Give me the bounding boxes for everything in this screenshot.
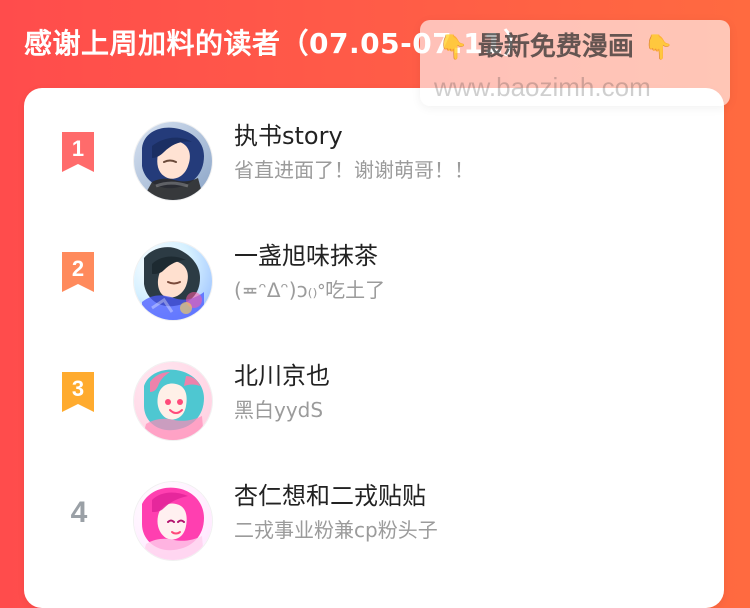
avatar-anime-boy-colorful-icon — [134, 242, 212, 320]
pointing-down-icon: 👇 — [643, 33, 674, 61]
reader-avatar[interactable] — [134, 482, 212, 560]
avatar-anime-teal-hair-icon — [134, 362, 212, 440]
watermark-domain: www.baozimh.com — [434, 72, 651, 102]
rank-number: 1 — [71, 136, 85, 161]
rank-number: 4 — [70, 496, 88, 529]
rank-number: 3 — [71, 376, 85, 401]
avatar-anime-blue-hair-icon — [134, 122, 212, 200]
reader-message: 省直进面了！谢谢萌哥！！ — [234, 158, 474, 182]
reader-message: (≖ᵔᐃᵔ)ↄ₍₎ᐤ吃土了 — [234, 278, 386, 302]
reader-name: 杏仁想和二戎贴贴 — [234, 482, 426, 510]
reader-row-1[interactable]: 1 执书story 省直进面了！谢谢萌哥！！ — [24, 102, 724, 222]
reader-avatar[interactable] — [134, 362, 212, 440]
reader-avatar[interactable] — [134, 122, 212, 200]
reader-name: 北川京也 — [234, 362, 330, 390]
rank-badge-2: 2 — [58, 250, 98, 294]
watermark-overlay: 👇 最新免费漫画 👇 www.baozimh.com — [420, 20, 730, 106]
reader-message: 黑白yydS — [234, 398, 324, 422]
watermark-cn-text: 最新免费漫画 — [477, 32, 634, 62]
reader-avatar[interactable] — [134, 242, 212, 320]
reader-leaderboard-card: 1 执书story 省直进面了！谢谢萌哥！！ 2 一盏旭味抹茶 (≖ᵔᐃᵔ)ↄ₍… — [24, 88, 724, 608]
reader-name: 一盏旭味抹茶 — [234, 242, 378, 270]
pointing-down-icon: 👇 — [438, 33, 468, 61]
reader-row-3[interactable]: 3 北川京也 黑白yydS — [24, 342, 724, 462]
reader-row-4[interactable]: 4 杏仁想和二戎贴贴 二戎事业粉兼cp粉头子 — [24, 462, 724, 582]
rank-badge-1: 1 — [58, 130, 98, 174]
rank-number: 2 — [71, 256, 85, 281]
rank-badge-3: 3 — [58, 370, 98, 414]
reader-name: 执书story — [234, 122, 343, 150]
watermark-line-1: 👇 最新免费漫画 👇 — [438, 32, 674, 62]
reader-message: 二戎事业粉兼cp粉头子 — [234, 518, 438, 542]
avatar-anime-pink-hair-icon — [134, 482, 212, 560]
reader-row-2[interactable]: 2 一盏旭味抹茶 (≖ᵔᐃᵔ)ↄ₍₎ᐤ吃土了 — [24, 222, 724, 342]
